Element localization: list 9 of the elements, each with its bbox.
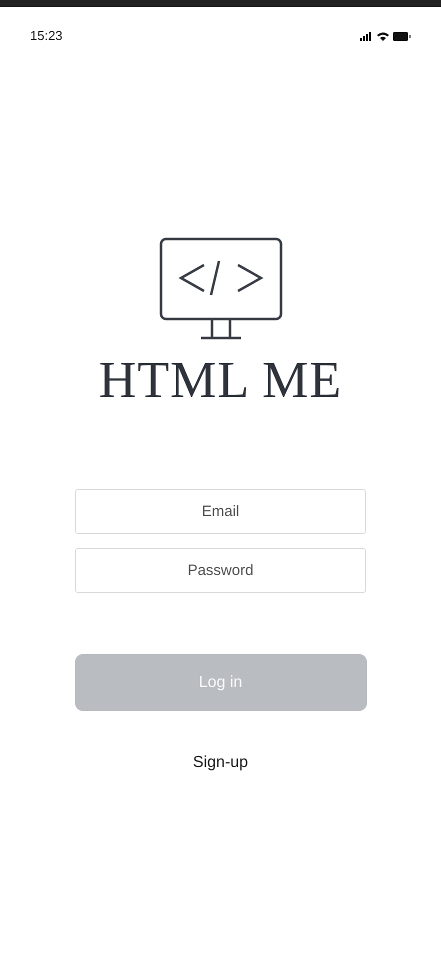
monitor-code-icon [158,237,282,341]
input-field[interactable]: Email [75,489,366,534]
input-field[interactable]: Password [75,548,366,593]
signal-icon [360,32,373,40]
signup-link[interactable]: Sign-up [192,751,248,775]
status-time: 15:23 [30,27,63,46]
app-title: HTML ME [98,353,342,409]
battery-icon [393,32,411,40]
wifi-icon [377,32,389,40]
